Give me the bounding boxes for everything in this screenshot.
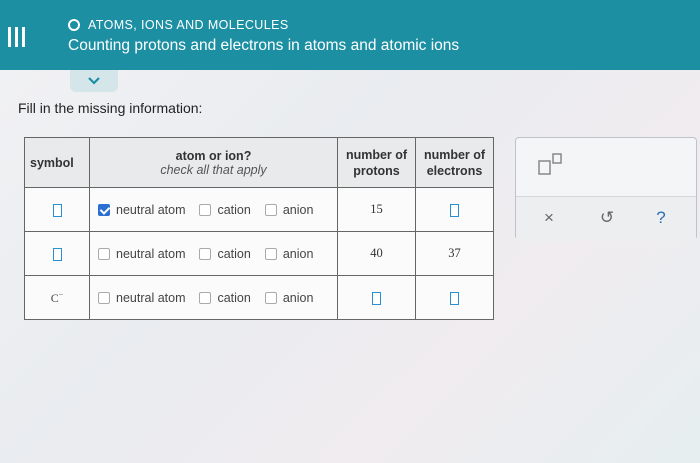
- electrons-value: 37: [448, 246, 461, 260]
- electrons-cell: 37: [415, 231, 494, 276]
- header-atom-or-ion-hint: check all that apply: [160, 162, 267, 177]
- table-row: C− neutral atom cation anion: [24, 275, 494, 320]
- page-title: Counting protons and electrons in atoms …: [68, 37, 460, 54]
- topic-row: ATOMS, IONS AND MOLECULES: [68, 17, 289, 33]
- option-label: cation: [217, 246, 251, 261]
- atom-or-ion-cell: neutral atom cation anion: [89, 187, 338, 232]
- electrons-input[interactable]: [450, 203, 459, 217]
- cation-option[interactable]: cation: [199, 202, 251, 217]
- option-label: neutral atom: [116, 246, 186, 261]
- option-label: cation: [217, 202, 251, 217]
- symbol-cell: [24, 231, 90, 276]
- action-bar: × ↺ ?: [516, 196, 696, 241]
- symbol-cell: [24, 187, 90, 232]
- header-electrons-line2: electrons: [426, 163, 483, 178]
- menu-icon[interactable]: [8, 27, 26, 47]
- electrons-input[interactable]: [450, 291, 459, 305]
- header-bar: ATOMS, IONS AND MOLECULES Counting proto…: [0, 0, 700, 70]
- checkbox-anion[interactable]: [264, 291, 277, 304]
- checkbox-cation[interactable]: [199, 247, 212, 260]
- neutral-atom-option[interactable]: neutral atom: [98, 203, 185, 217]
- symbol-input[interactable]: [52, 203, 62, 217]
- protons-cell: 40: [337, 231, 416, 276]
- close-icon: ×: [544, 208, 554, 227]
- checkbox-anion[interactable]: [264, 203, 277, 216]
- option-label: cation: [217, 290, 251, 305]
- clear-button[interactable]: ×: [538, 207, 560, 229]
- table-row: neutral atom cation anion 40 37: [24, 231, 494, 276]
- protons-value: 15: [370, 202, 383, 216]
- cation-option[interactable]: cation: [199, 246, 251, 261]
- undo-button[interactable]: ↺: [596, 207, 618, 229]
- header-protons-line1: number of: [345, 147, 408, 162]
- answer-tools-panel: × ↺ ?: [515, 137, 697, 241]
- electrons-cell: [415, 187, 494, 232]
- checkbox-anion[interactable]: [264, 247, 277, 260]
- checkbox-neutral-atom[interactable]: [98, 291, 110, 304]
- header-symbol: symbol: [24, 137, 90, 188]
- help-icon: ?: [656, 208, 666, 227]
- protons-value: 40: [370, 246, 383, 260]
- collapse-toggle[interactable]: [70, 70, 118, 92]
- header-electrons: number of electrons: [415, 137, 494, 188]
- header-atom-or-ion: atom or ion? check all that apply: [89, 137, 338, 188]
- anion-option[interactable]: anion: [264, 202, 314, 217]
- protons-cell: [337, 275, 416, 320]
- superscript-template-icon[interactable]: [538, 153, 568, 175]
- topic-title: ATOMS, IONS AND MOLECULES: [88, 18, 289, 32]
- option-label: anion: [282, 290, 314, 305]
- option-label: neutral atom: [116, 290, 186, 305]
- header-protons-line2: protons: [353, 163, 400, 178]
- protons-input[interactable]: [372, 291, 381, 305]
- help-button[interactable]: ?: [650, 207, 672, 229]
- atom-or-ion-cell: neutral atom cation anion: [89, 231, 338, 276]
- anion-option[interactable]: anion: [264, 246, 314, 261]
- symbol-value: C−: [50, 289, 64, 305]
- chevron-down-icon: [88, 77, 100, 85]
- symbol-cell: C−: [24, 275, 90, 320]
- header-protons: number of protons: [337, 137, 416, 188]
- topic-status-icon: [68, 19, 80, 31]
- anion-option[interactable]: anion: [264, 290, 314, 305]
- template-area: [516, 138, 696, 196]
- checkbox-cation[interactable]: [199, 203, 212, 216]
- undo-icon: ↺: [599, 208, 615, 227]
- instructions: Fill in the missing information:: [18, 100, 203, 116]
- symbol-input[interactable]: [52, 247, 62, 261]
- option-label: anion: [282, 202, 314, 217]
- atom-or-ion-cell: neutral atom cation anion: [89, 275, 338, 320]
- header-electrons-line1: number of: [423, 147, 486, 162]
- answer-table: symbol atom or ion? check all that apply…: [24, 137, 494, 320]
- checkbox-neutral-atom[interactable]: [98, 203, 110, 216]
- table-row: neutral atom cation anion 15: [24, 187, 494, 232]
- cation-option[interactable]: cation: [199, 290, 251, 305]
- checkbox-neutral-atom[interactable]: [98, 247, 110, 260]
- checkbox-cation[interactable]: [199, 291, 212, 304]
- neutral-atom-option[interactable]: neutral atom: [98, 291, 185, 305]
- symbol-charge: −: [58, 289, 64, 299]
- option-label: anion: [282, 246, 314, 261]
- symbol-element: C: [50, 290, 59, 305]
- header-atom-or-ion-label: atom or ion?: [175, 148, 252, 163]
- neutral-atom-option[interactable]: neutral atom: [98, 247, 185, 261]
- electrons-cell: [415, 275, 494, 320]
- option-label: neutral atom: [116, 202, 186, 217]
- protons-cell: 15: [337, 187, 416, 232]
